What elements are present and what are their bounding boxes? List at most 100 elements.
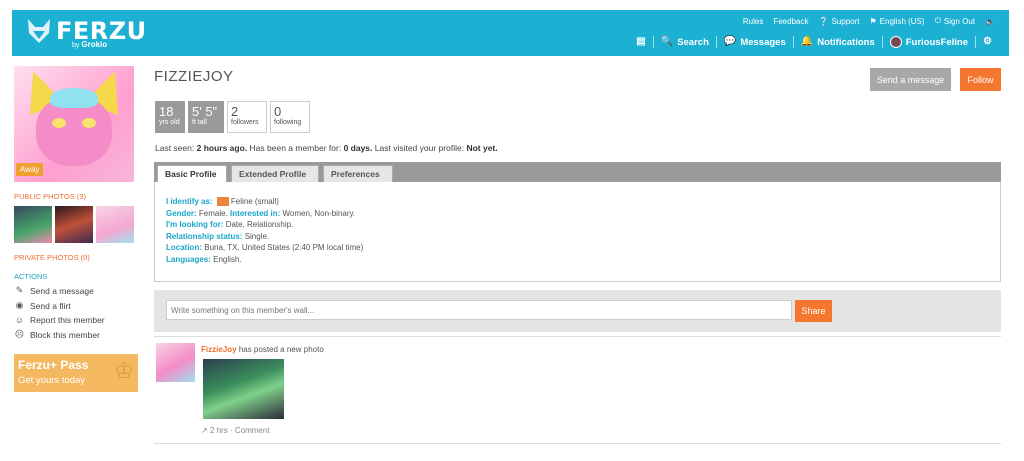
follow-button[interactable]: Follow [960,68,1001,91]
user-avatar [889,36,902,48]
action-label: Block this member [30,329,100,340]
public-photos-heading[interactable]: PUBLIC PHOTOS (3) [14,192,138,201]
user-block-icon: ☹ [14,329,25,339]
pass-title: Ferzu+ Pass [18,358,89,372]
settings-gear-icon[interactable]: ⚙ [976,37,999,47]
public-photo-thumbnail[interactable] [55,206,93,243]
followers-stat[interactable]: 2 followers [227,101,267,133]
wall-post-input[interactable] [166,300,792,320]
last-seen-label: Last seen: [155,143,195,153]
block-member-action[interactable]: ☹ Block this member [14,329,138,340]
divider [154,443,1001,444]
field-key: Interested in: [230,208,281,218]
field-key: I'm looking for: [166,220,224,229]
send-flirt-action[interactable]: ◉ Send a flirt [14,300,138,311]
feline-icon [216,197,229,207]
last-visited-label: Last visited your profile: [374,143,465,153]
sound-icon[interactable]: 🔈 [985,17,995,26]
nav-notifications[interactable]: 🔔 Notifications [794,37,882,48]
ferzu-pass-banner[interactable]: Ferzu+ Pass Get yours today ♔ [14,354,138,392]
field-key: I identify as: [166,197,213,206]
wall-composer: Share [154,290,1001,332]
top-header: FERZU by Grokio Rules Feedback ❔ Support … [12,10,1009,56]
profile-sidebar: Away PUBLIC PHOTOS (3) PRIVATE PHOTOS (0… [14,66,138,392]
profile-avatar[interactable]: Away [14,66,134,182]
brand-name: FERZU [56,17,147,45]
chat-icon: 💬 [723,36,737,47]
profile-username: FIZZIEJOY [154,68,234,85]
field-value: Feline (small) [230,197,279,206]
support-label: Support [831,16,860,26]
cards-icon[interactable]: ▤ [629,37,652,47]
send-message-action[interactable]: ✎ Send a message [14,285,138,296]
report-member-action[interactable]: ☺ Report this member [14,315,138,325]
action-label: Send a message [30,285,94,296]
member-for-value: 0 days. [343,143,373,153]
top-links: Rules Feedback ❔ Support ⚑ English (US) ⏻ S… [743,16,995,26]
following-stat[interactable]: 0 following [270,101,310,133]
brand-sub-company: Grokio [81,40,108,49]
profile-stats: 18 yrs old 5' 5" ft tall 2 followers 0 follo… [155,101,310,133]
flag-icon: ⚑ [869,16,877,26]
nav-messages-label: Messages [740,36,786,48]
language-link[interactable]: ⚑ English (US) [869,17,924,26]
speech-bubble-icon: ◉ [15,300,24,310]
field-value: English. [213,254,242,264]
public-photos [14,206,138,243]
stat-label: following [274,119,302,126]
public-photo-thumbnail[interactable] [14,206,52,243]
private-photos-heading[interactable]: PRIVATE PHOTOS (0) [14,253,138,262]
profile-tabs: Basic Profile Extended Profile Preferenc… [154,162,1001,182]
stat-value: 18 [159,104,174,119]
nav-notifications-label: Notifications [817,36,875,48]
age-stat: 18 yrs old [155,101,185,133]
post-photo[interactable] [203,359,284,419]
field-value: Women, Non-binary. [282,208,356,218]
stat-label: yrs old [159,119,180,126]
avatar-eye-left [52,118,66,128]
post-meta-separator: · [229,426,233,435]
rules-link[interactable]: Rules [743,17,763,26]
field-key: Relationship status: [166,231,243,241]
gender-row: Gender: Female. Interested in: Women, No… [166,208,989,220]
support-link[interactable]: ❔ Support [818,17,859,26]
tab-basic-profile[interactable]: Basic Profile [157,165,227,182]
user-report-icon: ☺ [14,315,25,325]
activity-post: FizzieJoy has posted a new photo ↗ 2 hrs… [154,336,1001,446]
stat-value: 5' 5" [192,104,218,119]
fox-logo-icon [28,19,50,43]
bell-icon: 🔔 [800,36,814,47]
feedback-link[interactable]: Feedback [773,17,808,26]
avatar-eye-right [82,118,96,128]
post-time[interactable]: 2 hrs [210,426,228,435]
stat-value: 0 [274,104,282,119]
comment-link[interactable]: Comment [235,426,270,435]
edit-icon: ✎ [15,285,24,295]
nav-messages[interactable]: 💬 Messages [717,37,793,48]
identify-row: I identify as: Feline (small) [166,196,989,208]
send-message-button[interactable]: Send a message [870,68,951,91]
public-photo-thumbnail[interactable] [96,206,134,243]
nav-user[interactable]: FuriousFeline [883,36,975,48]
last-visited-value: Not yet. [466,143,498,153]
field-key: Languages: [166,254,211,264]
post-author-avatar[interactable] [156,343,195,382]
post-author-link[interactable]: FizzieJoy [201,345,237,354]
stat-value: 2 [231,104,239,119]
away-badge: Away [16,163,44,176]
share-button[interactable]: Share [795,300,832,322]
basic-profile-panel: I identify as: Feline (small) Gender: Fe… [154,182,1001,282]
action-label: Send a flirt [30,300,71,311]
avatar-hair [50,88,98,108]
post-headline: FizzieJoy has posted a new photo [201,345,324,354]
pass-subtitle: Get yours today [18,375,86,386]
languages-row: Languages: English. [166,254,989,266]
tab-extended-profile[interactable]: Extended Profile [231,165,319,182]
sign-out-link[interactable]: ⏻ Sign Out [935,16,975,26]
main-nav: ▤ 🔍 Search 💬 Messages 🔔 Notifications Furio… [629,36,999,48]
nav-search[interactable]: 🔍 Search [654,37,716,48]
tab-preferences[interactable]: Preferences [323,165,393,182]
last-seen-line: Last seen: 2 hours ago. Has been a membe… [155,143,498,153]
search-icon: 🔍 [660,36,674,47]
help-icon: ❔ [818,16,829,26]
